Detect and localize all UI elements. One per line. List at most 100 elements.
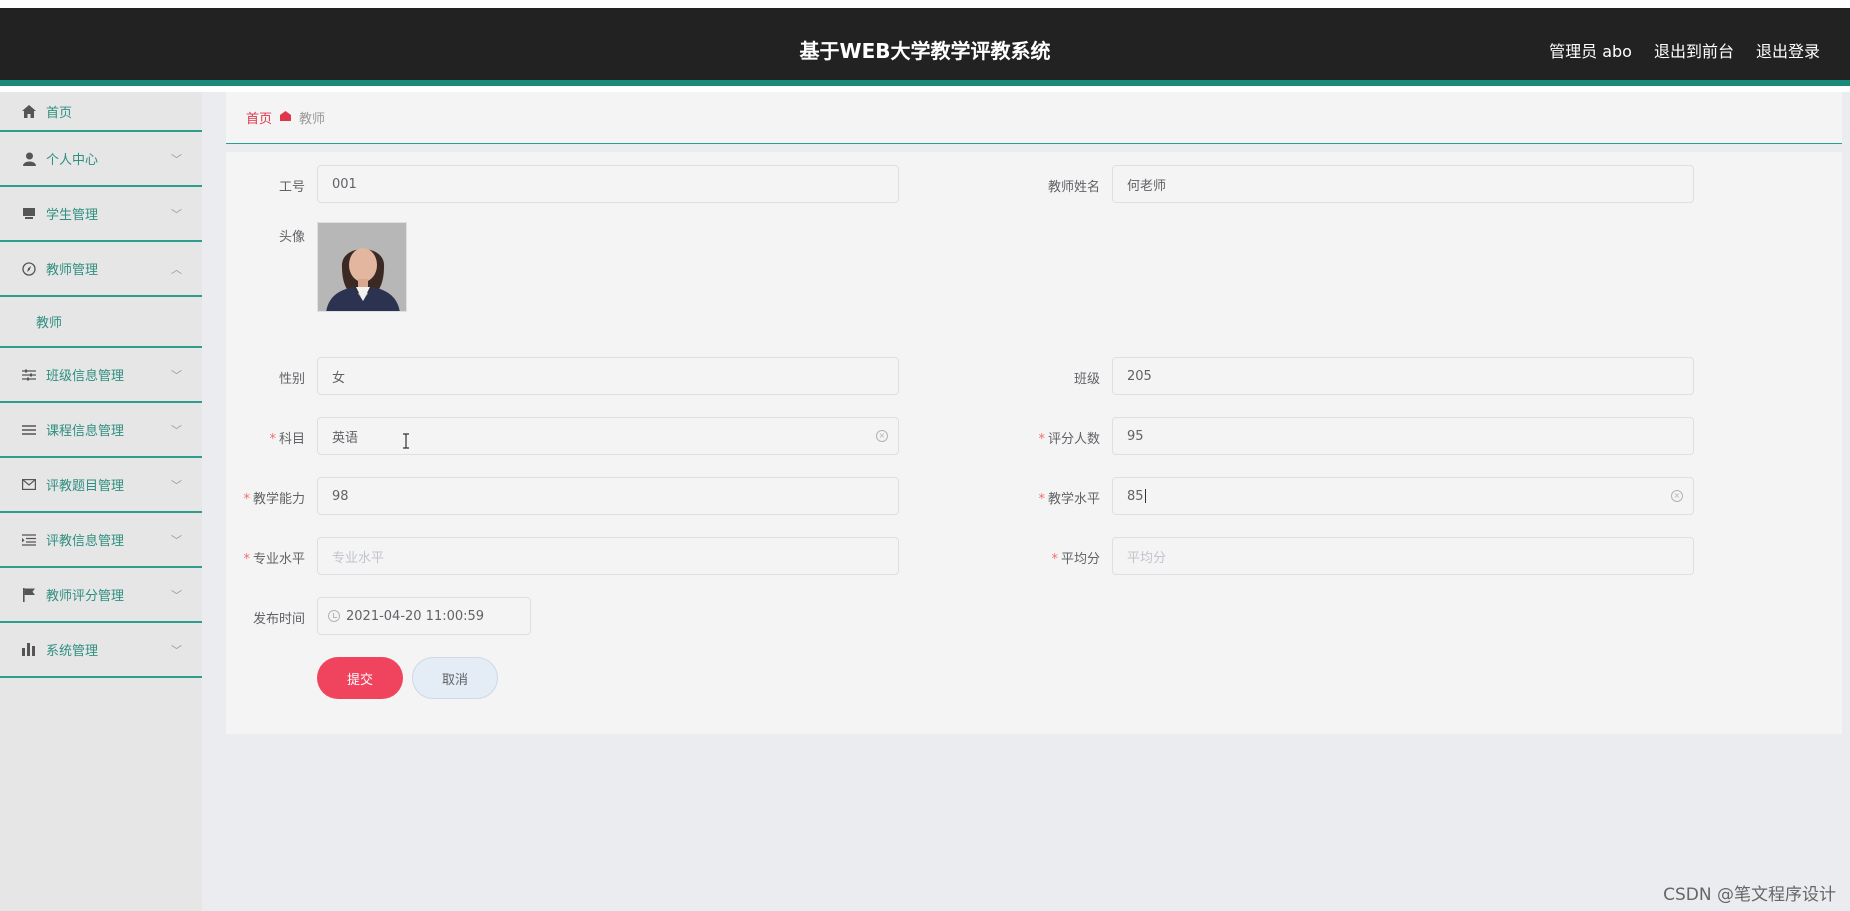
breadcrumb-separator-icon — [280, 111, 292, 124]
sidebar-item-label: 学生管理 — [46, 208, 99, 223]
compass-icon — [20, 261, 38, 276]
placeholder-text: 专业水平 — [332, 550, 385, 566]
chevron-down-icon: ﹀ — [171, 423, 182, 437]
logout-link[interactable]: 退出登录 — [1756, 38, 1820, 62]
sidebar-item-label: 教师评分管理 — [46, 589, 125, 604]
field-label: 教师姓名 — [1047, 180, 1100, 195]
chevron-down-icon: ﹀ — [171, 643, 182, 657]
sidebar-item-label: 系统管理 — [46, 644, 99, 659]
chevron-down-icon: ﹀ — [171, 478, 182, 492]
sidebar-subitem-teacher[interactable]: 教师 — [0, 297, 202, 348]
field-professional-level: * 专业水平 专业水平 — [243, 537, 899, 575]
field-publish-time: 发布时间 2021-04-20 11:00:59 — [253, 597, 531, 635]
avatar-portrait-icon — [318, 223, 406, 311]
chevron-down-icon: ﹀ — [171, 368, 182, 382]
sidebar-item-label: 班级信息管理 — [46, 369, 125, 384]
flag-icon — [20, 587, 38, 602]
sidebar-item-course[interactable]: 课程信息管理 ﹀ — [0, 403, 202, 458]
field-label: 性别 — [278, 372, 305, 387]
teaching-level-value: 85 — [1127, 488, 1144, 504]
sidebar-item-questions[interactable]: 评教题目管理 ﹀ — [0, 458, 202, 513]
text-caret — [1144, 489, 1146, 503]
breadcrumb-current: 教师 — [299, 112, 326, 127]
field-label: 工号 — [278, 180, 305, 195]
sidebar-item-evaluation[interactable]: 评教信息管理 ﹀ — [0, 513, 202, 568]
rater-count-input[interactable]: 95 — [1112, 417, 1694, 455]
chevron-down-icon: ﹀ — [171, 207, 182, 221]
field-label: * 专业水平 — [243, 552, 305, 567]
field-label: * 平均分 — [1051, 552, 1100, 567]
sidebar-item-label: 课程信息管理 — [46, 424, 125, 439]
chevron-down-icon: ﹀ — [171, 152, 182, 166]
teacher-form: 工号 001 教师姓名 何老师 头像 性别 女 班级 205 * 科目 英语 ×… — [226, 152, 1842, 734]
publish-time-value: 2021-04-20 11:00:59 — [346, 608, 485, 624]
header-nav: 管理员 abo 退出到前台 退出登录 — [1549, 38, 1820, 62]
sidebar-item-label: 首页 — [46, 105, 73, 121]
sidebar-item-system[interactable]: 系统管理 ﹀ — [0, 623, 202, 678]
field-avatar: 头像 — [279, 222, 407, 312]
field-label: * 教学能力 — [243, 492, 305, 507]
average-input[interactable]: 平均分 — [1112, 537, 1694, 575]
field-average: * 平均分 平均分 — [1051, 537, 1694, 575]
field-label: * 科目 — [269, 432, 305, 447]
chevron-down-icon: ﹀ — [171, 588, 182, 602]
home-icon — [20, 104, 38, 118]
field-gonghao: 工号 001 — [279, 165, 899, 203]
main-content: 首页 教师 工号 001 教师姓名 何老师 头像 性别 女 班级 205 * 科… — [202, 92, 1850, 911]
breadcrumb-home[interactable]: 首页 — [246, 108, 272, 127]
sidebar-item-label: 教师管理 — [46, 263, 99, 278]
top-header: 基于WEB大学教学评教系统 管理员 abo 退出到前台 退出登录 — [0, 8, 1850, 86]
sliders-icon — [20, 369, 38, 381]
class-input[interactable]: 205 — [1112, 357, 1694, 395]
submit-button[interactable]: 提交 — [317, 657, 403, 699]
bar-chart-icon — [20, 643, 38, 656]
sidebar-item-score[interactable]: 教师评分管理 ﹀ — [0, 568, 202, 623]
teaching-ability-input[interactable]: 98 — [317, 477, 899, 515]
field-gender: 性别 女 — [279, 357, 899, 395]
publish-time-picker[interactable]: 2021-04-20 11:00:59 — [317, 597, 531, 635]
professional-level-input[interactable]: 专业水平 — [317, 537, 899, 575]
field-label: 发布时间 — [252, 612, 305, 627]
admin-name: 管理员 abo — [1549, 42, 1632, 61]
gonghao-input[interactable]: 001 — [317, 165, 899, 203]
sidebar-item-students[interactable]: 学生管理 ﹀ — [0, 187, 202, 242]
field-teaching-level: * 教学水平 85 × — [1038, 477, 1694, 515]
gender-input[interactable]: 女 — [317, 357, 899, 395]
field-label: * 评分人数 — [1038, 432, 1100, 447]
user-icon — [20, 152, 38, 166]
placeholder-text: 平均分 — [1127, 550, 1167, 566]
sidebar: 首页 个人中心 ﹀ 学生管理 ﹀ 教师管理 ︿ 教师 班级信息管理 ﹀ 课程信息… — [0, 92, 202, 911]
clock-icon — [328, 610, 340, 622]
sidebar-item-teachers[interactable]: 教师管理 ︿ — [0, 242, 202, 297]
field-teaching-ability: * 教学能力 98 — [243, 477, 899, 515]
field-class: 班级 205 — [1074, 357, 1694, 395]
teacher-name-input[interactable]: 何老师 — [1112, 165, 1694, 203]
indent-icon — [20, 533, 38, 546]
avatar-image[interactable] — [317, 222, 407, 312]
sidebar-item-label: 个人中心 — [46, 153, 99, 168]
text-cursor-icon — [403, 433, 409, 449]
field-label: * 教学水平 — [1038, 492, 1100, 507]
chevron-up-icon: ︿ — [171, 262, 182, 276]
mail-icon — [20, 479, 38, 490]
sidebar-item-class[interactable]: 班级信息管理 ﹀ — [0, 348, 202, 403]
sidebar-item-home[interactable]: 首页 — [0, 92, 202, 132]
sidebar-item-label: 评教题目管理 — [46, 479, 125, 494]
cancel-button[interactable]: 取消 — [412, 657, 498, 699]
field-label: 头像 — [278, 230, 305, 245]
sidebar-item-personal[interactable]: 个人中心 ﹀ — [0, 132, 202, 187]
chevron-down-icon: ﹀ — [171, 533, 182, 547]
clear-icon[interactable]: × — [876, 430, 888, 442]
watermark: CSDN @笔文程序设计 — [1663, 885, 1836, 905]
subject-value: 英语 — [332, 430, 359, 446]
sidebar-item-label: 评教信息管理 — [46, 534, 125, 549]
list-icon — [20, 424, 38, 436]
field-name: 教师姓名 何老师 — [1048, 165, 1694, 203]
monitor-icon — [20, 207, 38, 220]
breadcrumb: 首页 教师 — [226, 92, 1842, 144]
field-label: 班级 — [1073, 372, 1100, 387]
teaching-level-input[interactable]: 85 × — [1112, 477, 1694, 515]
field-rater-count: * 评分人数 95 — [1038, 417, 1694, 455]
clear-icon[interactable]: × — [1671, 490, 1683, 502]
front-link[interactable]: 退出到前台 — [1654, 38, 1734, 62]
